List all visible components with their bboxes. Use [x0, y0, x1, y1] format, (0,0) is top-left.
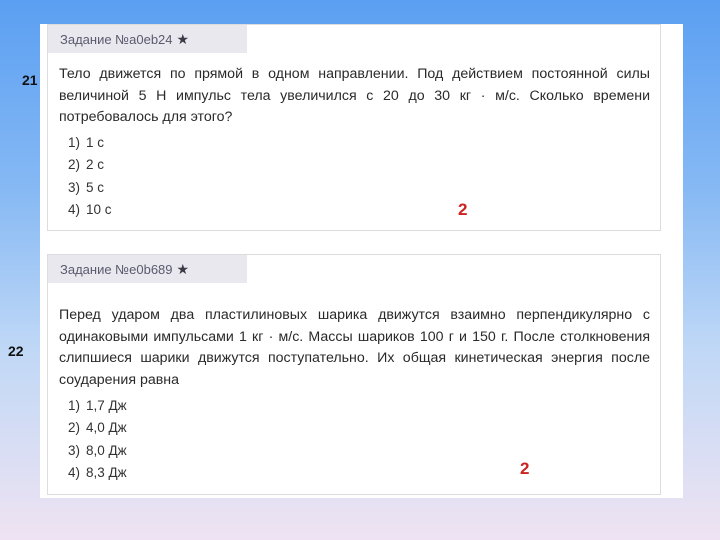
task-id: Задание №a0eb24 — [60, 32, 173, 47]
option-item: 4) 8,3 Дж — [68, 462, 127, 484]
option-item: 3) 5 с — [68, 177, 112, 199]
task-card-22: Задание №e0b689 ★ Перед ударом два пласти… — [47, 254, 661, 495]
option-item: 2) 4,0 Дж — [68, 417, 127, 439]
star-icon[interactable]: ★ — [177, 261, 190, 277]
option-item: 3) 8,0 Дж — [68, 440, 127, 462]
task-id: Задание №e0b689 — [60, 262, 173, 277]
option-text: 4,0 Дж — [86, 420, 127, 436]
option-text: 8,3 Дж — [86, 464, 127, 480]
option-number: 2) — [68, 157, 81, 173]
star-icon[interactable]: ★ — [177, 31, 190, 47]
option-text: 1 с — [86, 135, 105, 150]
option-item: 2) 2 с — [68, 154, 112, 176]
option-number: 3) — [68, 442, 81, 458]
answer-mark: 2 — [520, 459, 530, 478]
task-number-label: 21 — [22, 72, 38, 88]
option-text: 5 с — [86, 179, 105, 195]
worksheet: Задание №a0eb24 ★ Тело движется по прямой… — [40, 24, 683, 498]
question-text: Перед ударом два пластилиновых шарика дв… — [59, 307, 650, 388]
answer-mark: 2 — [458, 200, 468, 219]
task-header[interactable]: Задание №a0eb24 ★ — [48, 25, 247, 53]
task-header[interactable]: Задание №e0b689 ★ — [48, 255, 247, 283]
option-text: 1,7 Дж — [86, 398, 127, 413]
option-number: 1) — [68, 398, 81, 413]
option-text: 8,0 Дж — [86, 442, 127, 458]
option-number: 3) — [68, 179, 81, 195]
option-text: 10 с — [86, 201, 112, 217]
option-item: 1) 1,7 Дж — [68, 395, 127, 417]
option-number: 1) — [68, 135, 81, 150]
option-number: 2) — [68, 420, 81, 436]
task-number-label: 22 — [8, 343, 24, 359]
option-number: 4) — [68, 464, 81, 480]
answer-options: 1) 1 с 2) 2 с 3) 5 с 4) 10 с — [68, 132, 112, 221]
option-text: 2 с — [86, 157, 105, 173]
option-item: 1) 1 с — [68, 132, 112, 154]
option-number: 4) — [68, 201, 81, 217]
option-item: 4) 10 с — [68, 199, 112, 221]
task-card-21: Задание №a0eb24 ★ Тело движется по прямой… — [47, 24, 661, 231]
question-text: Тело движется по прямой в одном направле… — [59, 66, 650, 125]
answer-options: 1) 1,7 Дж 2) 4,0 Дж 3) 8,0 Дж 4) 8,3 Дж — [68, 395, 127, 484]
